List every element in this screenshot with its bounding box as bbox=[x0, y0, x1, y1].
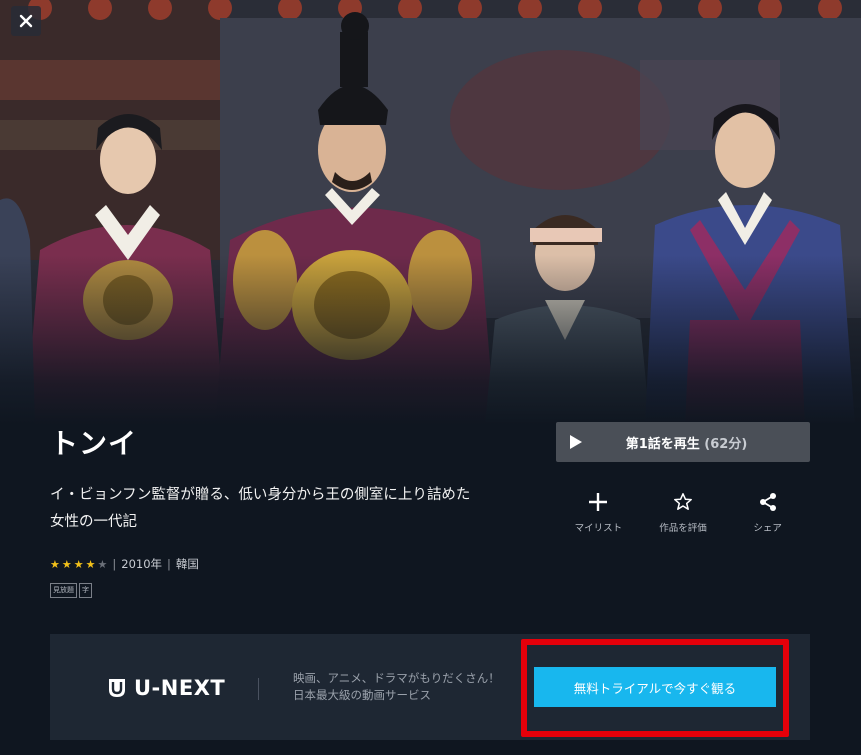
badge-subtitles: 字 bbox=[79, 583, 92, 598]
promo-line-1: 映画、アニメ、ドラマがもりだくさん！ bbox=[293, 671, 500, 685]
play-label-text: 第1話を再生 bbox=[625, 436, 700, 452]
share-label: シェア bbox=[753, 523, 782, 534]
star-empty-icon: ★ bbox=[97, 557, 108, 571]
mylist-label: マイリスト bbox=[574, 523, 623, 534]
share-icon bbox=[759, 493, 776, 511]
star-filled-icon: ★ bbox=[85, 557, 96, 571]
badge-row: 見放題 字 bbox=[50, 583, 92, 598]
meta-separator: | bbox=[112, 557, 117, 571]
star-outline-icon bbox=[674, 493, 692, 510]
unext-shield-icon bbox=[109, 679, 125, 697]
star-filled-icon: ★ bbox=[61, 557, 72, 571]
action-bar: マイリスト 作品を評価 シェア bbox=[556, 490, 810, 534]
close-button[interactable] bbox=[11, 6, 41, 36]
rate-button[interactable]: 作品を評価 bbox=[641, 490, 726, 534]
free-trial-button[interactable]: 無料トライアルで今すぐ観る bbox=[534, 667, 776, 707]
play-episode-button[interactable]: 第1話を再生 (62分) bbox=[556, 422, 810, 462]
share-button[interactable]: シェア bbox=[725, 490, 810, 534]
play-button-label: 第1話を再生 (62分) bbox=[583, 433, 810, 452]
country: 韓国 bbox=[175, 557, 199, 571]
mylist-button[interactable]: マイリスト bbox=[556, 490, 641, 534]
promo-text: 映画、アニメ、ドラマがもりだくさん！ 日本最大級の動画サービス bbox=[293, 670, 500, 704]
page-title: トンイ bbox=[50, 427, 138, 460]
release-year: 2010年 bbox=[121, 557, 163, 571]
unext-logo: U-NEXT bbox=[108, 676, 225, 700]
star-filled-icon: ★ bbox=[73, 557, 84, 571]
plus-icon bbox=[589, 493, 608, 511]
promo-divider bbox=[258, 678, 259, 700]
show-description: イ・ビョンフン監督が贈る、低い身分から王の側室に上り詰めた女性の一代記 bbox=[50, 487, 471, 530]
logo-text: U-NEXT bbox=[134, 676, 226, 700]
badge-unlimited: 見放題 bbox=[50, 583, 77, 598]
rate-label: 作品を評価 bbox=[659, 523, 707, 534]
rating-stars: ★ ★ ★ ★ ★ bbox=[50, 558, 107, 571]
close-icon bbox=[19, 14, 33, 28]
hero-fade-overlay bbox=[0, 255, 861, 425]
meta-separator: | bbox=[167, 557, 171, 571]
hero-image bbox=[0, 0, 861, 425]
play-duration: (62分) bbox=[704, 436, 748, 452]
show-meta: ★ ★ ★ ★ ★ | 2010年 | 韓国 bbox=[50, 556, 199, 572]
play-icon bbox=[570, 435, 582, 449]
star-filled-icon: ★ bbox=[50, 557, 60, 571]
promo-banner: U-NEXT 映画、アニメ、ドラマがもりだくさん！ 日本最大級の動画サービス 無… bbox=[50, 634, 810, 740]
promo-line-2: 日本最大級の動画サービス bbox=[293, 688, 431, 702]
